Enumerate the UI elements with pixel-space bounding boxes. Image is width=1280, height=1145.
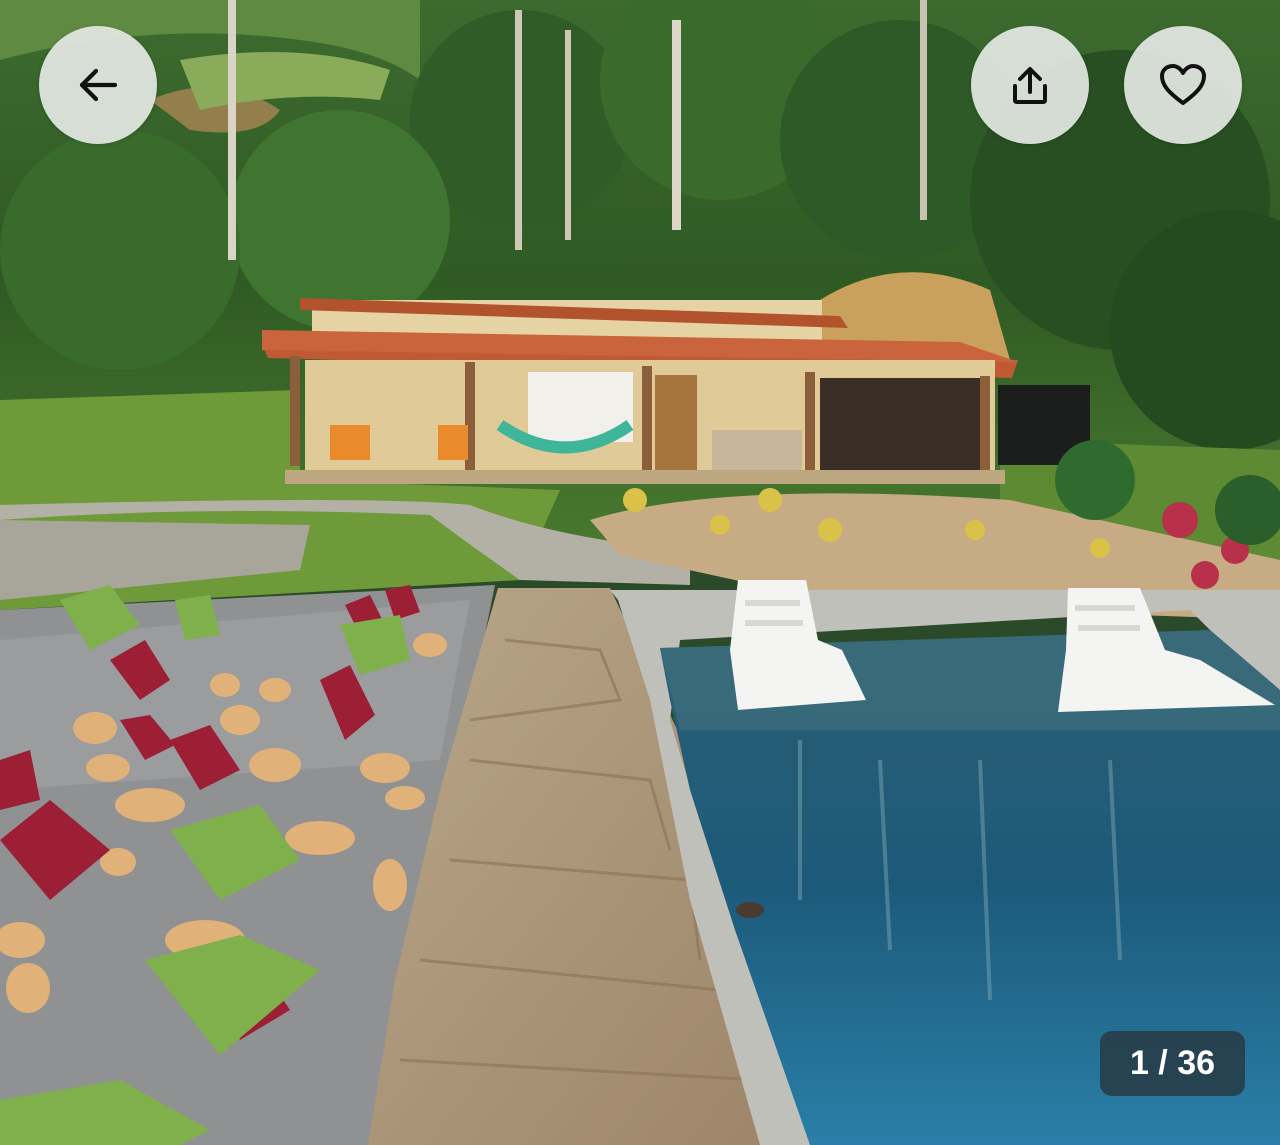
back-button[interactable] (39, 26, 157, 144)
favorite-button[interactable] (1124, 26, 1242, 144)
share-button[interactable] (971, 26, 1089, 144)
share-upload-icon (1007, 62, 1053, 108)
photo-counter-text: 1 / 36 (1129, 1044, 1216, 1082)
photo-counter: 1 / 36 (1100, 1031, 1245, 1096)
arrow-left-icon (75, 62, 121, 108)
listing-photo[interactable] (0, 0, 1280, 1145)
heart-outline-icon (1158, 62, 1208, 108)
